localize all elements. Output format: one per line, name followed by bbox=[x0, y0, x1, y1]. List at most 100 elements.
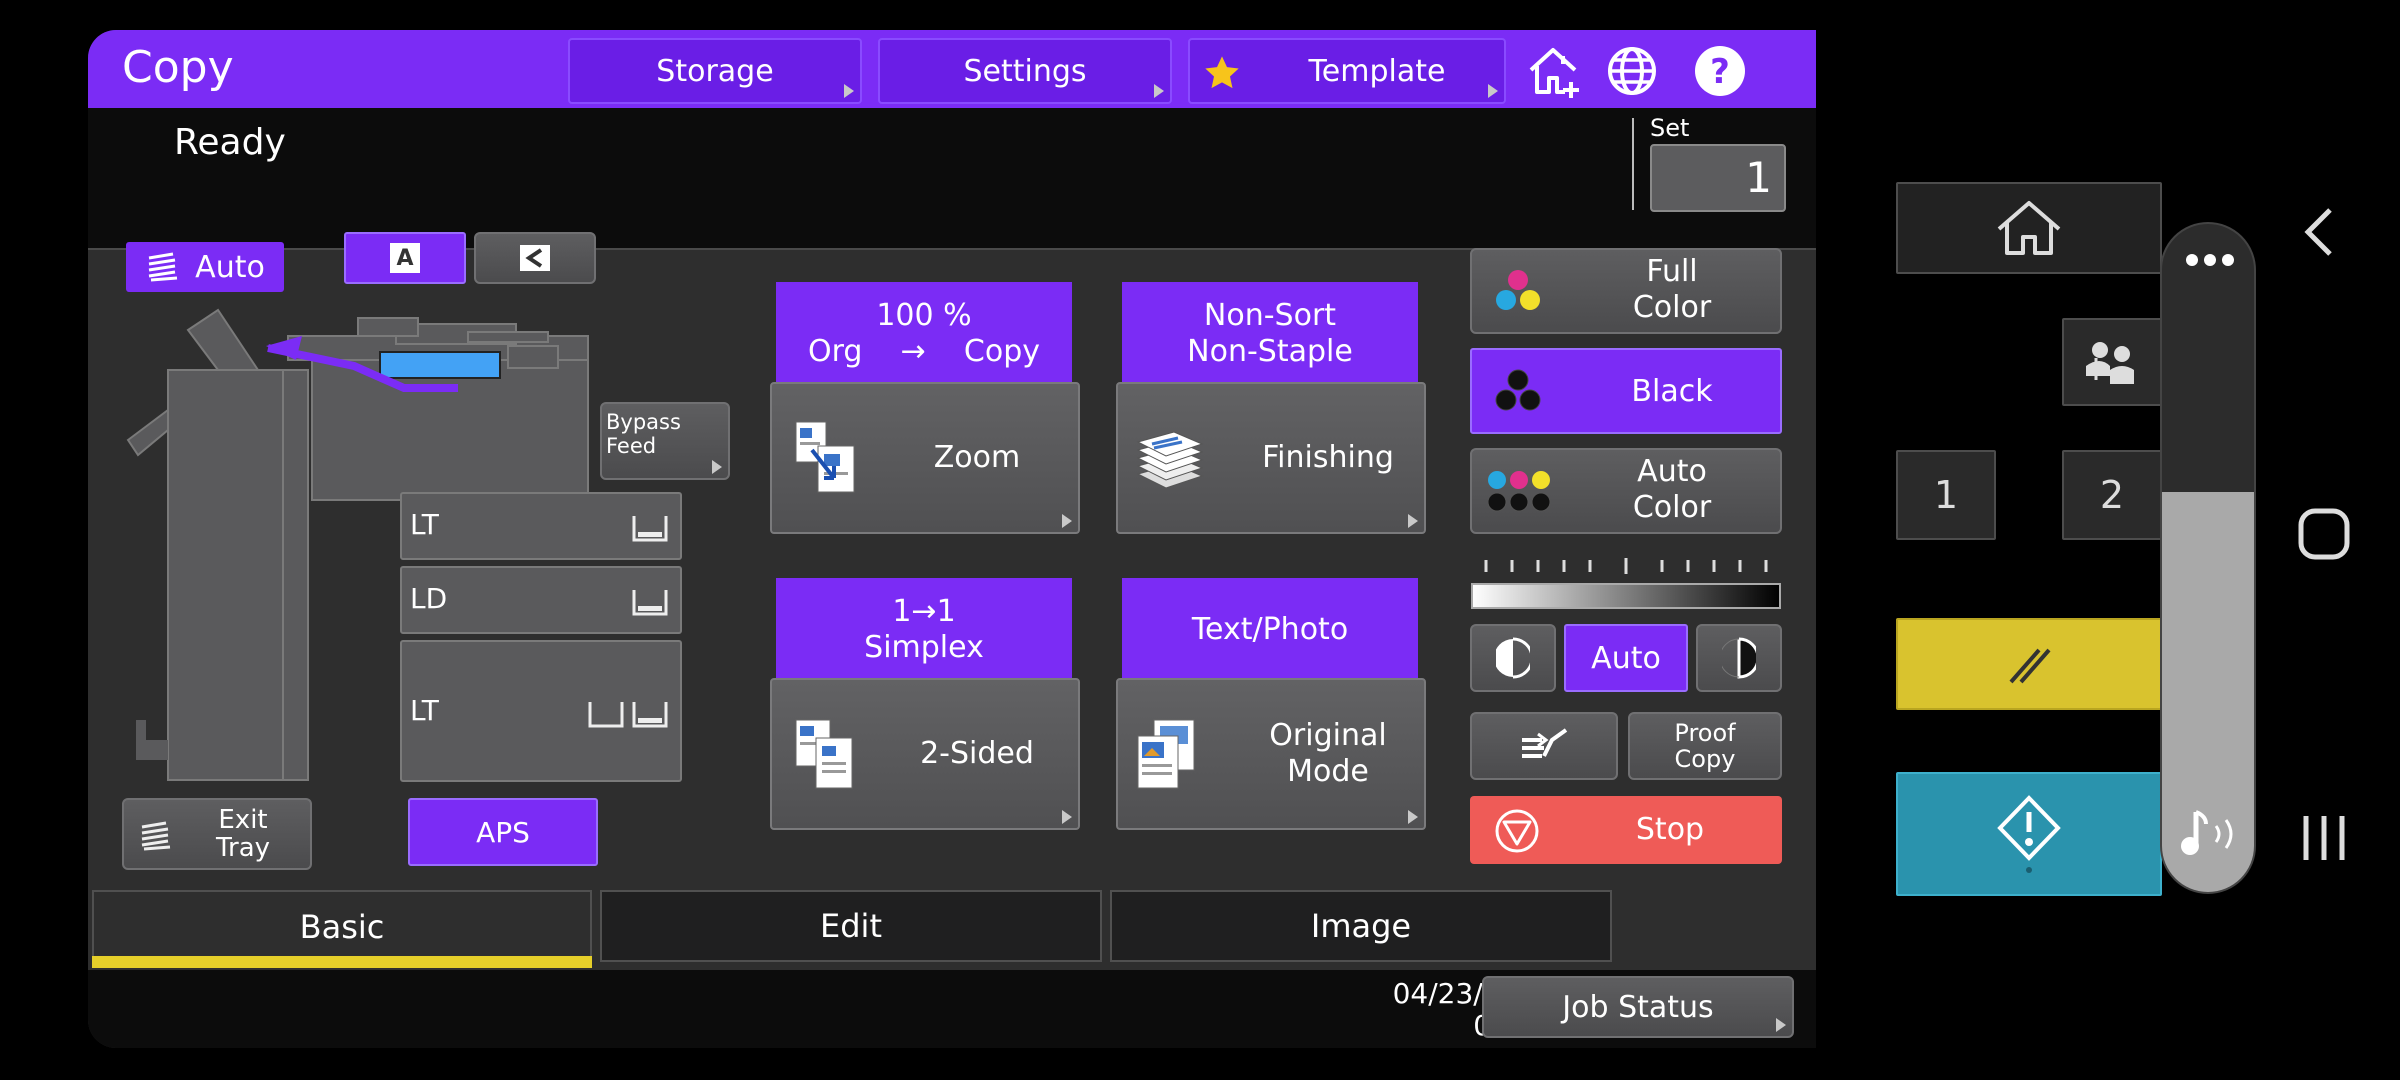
zoom-status: 100 % Org → Copy bbox=[776, 282, 1072, 386]
exit-tray-button[interactable]: Exit Tray bbox=[122, 798, 312, 870]
black-button[interactable]: Black bbox=[1470, 348, 1782, 434]
aps-button[interactable]: APS bbox=[408, 798, 598, 866]
bypass-line1: Bypass bbox=[606, 410, 681, 434]
home-add-icon[interactable] bbox=[1524, 42, 1588, 100]
numpad-1-label: 1 bbox=[1933, 473, 1959, 517]
exit-tray-line1: Exit bbox=[218, 805, 268, 835]
stop-button[interactable]: Stop bbox=[1470, 796, 1782, 864]
finishing-status: Non-Sort Non-Staple bbox=[1122, 282, 1418, 386]
submenu-indicator bbox=[844, 84, 854, 98]
interrupt-button[interactable] bbox=[1470, 712, 1618, 780]
home-nav-icon[interactable] bbox=[2296, 506, 2352, 566]
tray-2-size: LD bbox=[410, 582, 448, 615]
copy-count-field[interactable]: 1 bbox=[1650, 144, 1786, 212]
auto-color-button[interactable]: Auto Color bbox=[1470, 448, 1782, 534]
aps-label: APS bbox=[476, 815, 530, 849]
job-status-button[interactable]: Job Status bbox=[1482, 976, 1794, 1038]
set-label: Set bbox=[1650, 114, 1690, 142]
orientation-rotated-icon bbox=[520, 245, 550, 271]
tab-image-label: Image bbox=[1310, 907, 1412, 945]
tray-1[interactable]: LT bbox=[400, 492, 682, 560]
more-options-icon[interactable] bbox=[2162, 228, 2254, 292]
zoom-org: Org bbox=[808, 334, 863, 369]
two-sided-mode: 1→1 bbox=[892, 594, 956, 629]
paper-stack-icon bbox=[141, 821, 171, 851]
copier-panel: Copy Storage Settings Template ? Ready S… bbox=[88, 30, 1816, 1048]
globe-icon[interactable] bbox=[1600, 42, 1664, 100]
numpad-2-label: 2 bbox=[2099, 473, 2125, 517]
reset-button[interactable] bbox=[1896, 618, 2162, 710]
exit-tray-line2: Tray bbox=[215, 833, 271, 863]
proof-line1: Proof bbox=[1674, 719, 1736, 747]
submenu-indicator bbox=[1408, 514, 1418, 528]
job-status-label: Job Status bbox=[1562, 989, 1714, 1025]
template-tab-label: Template bbox=[1308, 53, 1446, 89]
zoom-copy: Copy bbox=[963, 334, 1040, 369]
tab-image[interactable]: Image bbox=[1110, 890, 1612, 962]
tray-2[interactable]: LD bbox=[400, 566, 682, 634]
darker-button[interactable] bbox=[1696, 624, 1782, 692]
submenu-indicator bbox=[1408, 810, 1418, 824]
start-button[interactable] bbox=[1896, 772, 2162, 896]
original-mode-button[interactable]: Original Mode bbox=[1116, 678, 1426, 830]
numpad-2-button[interactable]: 2 bbox=[2062, 450, 2162, 540]
zoom-arrow: → bbox=[900, 334, 926, 369]
finishing-label: Finishing bbox=[1262, 440, 1394, 475]
submenu-indicator bbox=[1488, 84, 1498, 98]
help-icon[interactable]: ? bbox=[1688, 42, 1752, 100]
lighter-button[interactable] bbox=[1470, 624, 1556, 692]
tab-edit[interactable]: Edit bbox=[600, 890, 1102, 962]
original-mode-value: Text/Photo bbox=[1191, 612, 1349, 647]
text-photo-icon bbox=[1137, 719, 1195, 789]
two-sided-button[interactable]: 2-Sided bbox=[770, 678, 1080, 830]
user-account-button[interactable] bbox=[2062, 318, 2162, 406]
black-dots-icon bbox=[1495, 369, 1541, 411]
tab-basic-label: Basic bbox=[299, 908, 385, 946]
proof-copy-button[interactable]: Proof Copy bbox=[1628, 712, 1782, 780]
zoom-ratio: 100 % bbox=[876, 298, 972, 333]
color-dots-icon bbox=[1496, 270, 1540, 310]
tray-3[interactable]: LT bbox=[400, 640, 682, 782]
auto-color-dots-icon bbox=[1487, 471, 1551, 512]
tab-basic[interactable]: Basic bbox=[92, 890, 592, 962]
original-mode-line2: Mode bbox=[1287, 754, 1369, 789]
zoom-icon bbox=[795, 421, 855, 493]
tray-1-size: LT bbox=[410, 508, 439, 541]
original-mode-status: Text/Photo bbox=[1122, 578, 1418, 682]
sound-icon bbox=[2176, 804, 2248, 868]
volume-panel[interactable] bbox=[2160, 222, 2256, 894]
stop-label: Stop bbox=[1635, 812, 1705, 847]
stop-icon bbox=[1495, 809, 1539, 853]
black-label: Black bbox=[1631, 374, 1713, 409]
auto-color-line2: Color bbox=[1632, 490, 1712, 525]
full-color-line1: Full bbox=[1646, 254, 1698, 289]
paper-level-icon bbox=[632, 516, 668, 542]
users-key-icon bbox=[2086, 342, 2134, 384]
bypass-feed-button[interactable]: Bypass Feed bbox=[600, 402, 730, 480]
settings-tab[interactable]: Settings bbox=[878, 38, 1172, 104]
start-icon bbox=[1997, 795, 2061, 873]
storage-tab-label: Storage bbox=[656, 53, 774, 89]
full-color-button[interactable]: Full Color bbox=[1470, 248, 1782, 334]
orientation-a-label: A bbox=[390, 243, 420, 273]
density-scale bbox=[1471, 558, 1781, 609]
density-auto-button[interactable]: Auto bbox=[1564, 624, 1688, 692]
back-nav-icon[interactable] bbox=[2296, 204, 2346, 264]
darker-icon bbox=[1722, 637, 1756, 679]
app-title: Copy bbox=[122, 42, 234, 93]
active-tab-indicator bbox=[92, 956, 592, 968]
recents-nav-icon[interactable] bbox=[2296, 812, 2352, 868]
tray-3-size: LT bbox=[410, 694, 439, 727]
status-text: Ready bbox=[174, 122, 286, 163]
home-button[interactable] bbox=[1896, 182, 2162, 274]
paper-level-icon bbox=[632, 702, 668, 728]
settings-tab-label: Settings bbox=[963, 53, 1087, 89]
template-tab[interactable]: Template bbox=[1188, 38, 1506, 104]
two-sided-status: 1→1 Simplex bbox=[776, 578, 1072, 682]
two-sided-label: 2-Sided bbox=[920, 736, 1034, 771]
numpad-1-button[interactable]: 1 bbox=[1896, 450, 1996, 540]
zoom-button[interactable]: Zoom bbox=[770, 382, 1080, 534]
reset-icon bbox=[2009, 648, 2051, 684]
finishing-button[interactable]: Finishing bbox=[1116, 382, 1426, 534]
storage-tab[interactable]: Storage bbox=[568, 38, 862, 104]
